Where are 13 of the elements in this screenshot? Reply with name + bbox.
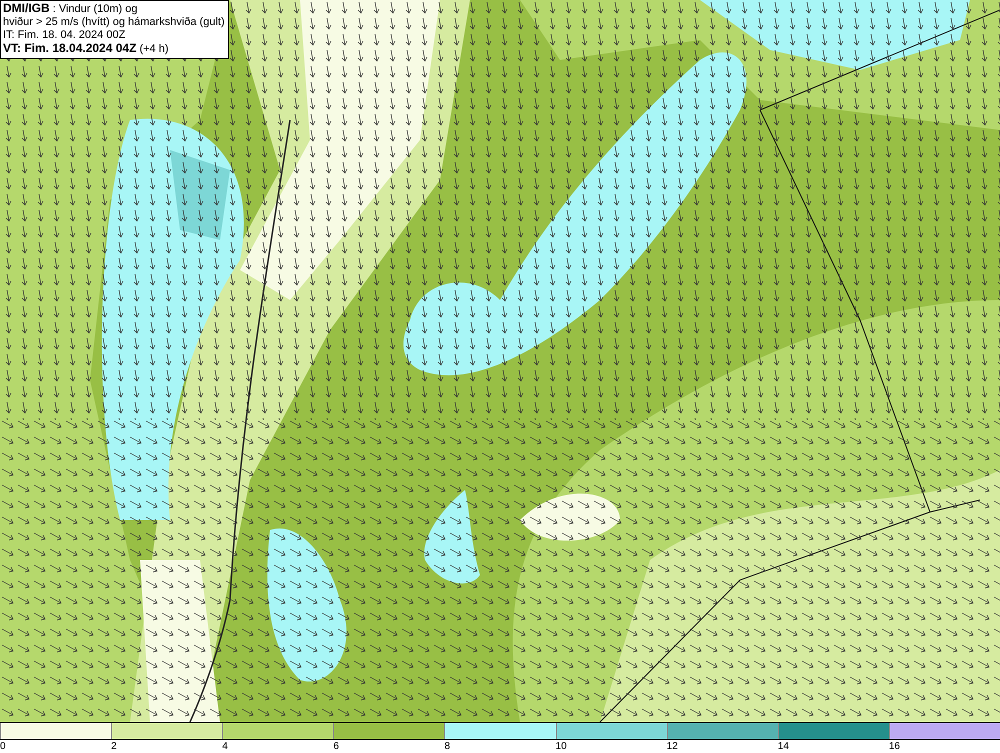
scale-tick-label: 0 (0, 741, 6, 752)
scale-tick-label: 12 (666, 741, 678, 752)
title-line: DMI/IGB : Vindur (10m) og (3, 2, 139, 16)
title-line: hviður > 25 m/s (hvítt) og hámarkshviða (gult) (3, 16, 225, 29)
scale-tick-label: 14 (778, 741, 789, 752)
scale-tick-label: 6 (333, 741, 339, 752)
scale-tick-label: 4 (222, 741, 228, 752)
scale-tick-label: 10 (556, 741, 567, 752)
scale-tick-label: 16 (888, 741, 900, 752)
scale-tick-label: 8 (444, 741, 450, 752)
title-line: VT: Fim. 18.04.2024 04Z (+4 h) (3, 42, 170, 56)
scale-tick-label: 2 (111, 741, 117, 752)
title-line: IT: Fim. 18. 04. 2024 00Z (3, 29, 126, 42)
